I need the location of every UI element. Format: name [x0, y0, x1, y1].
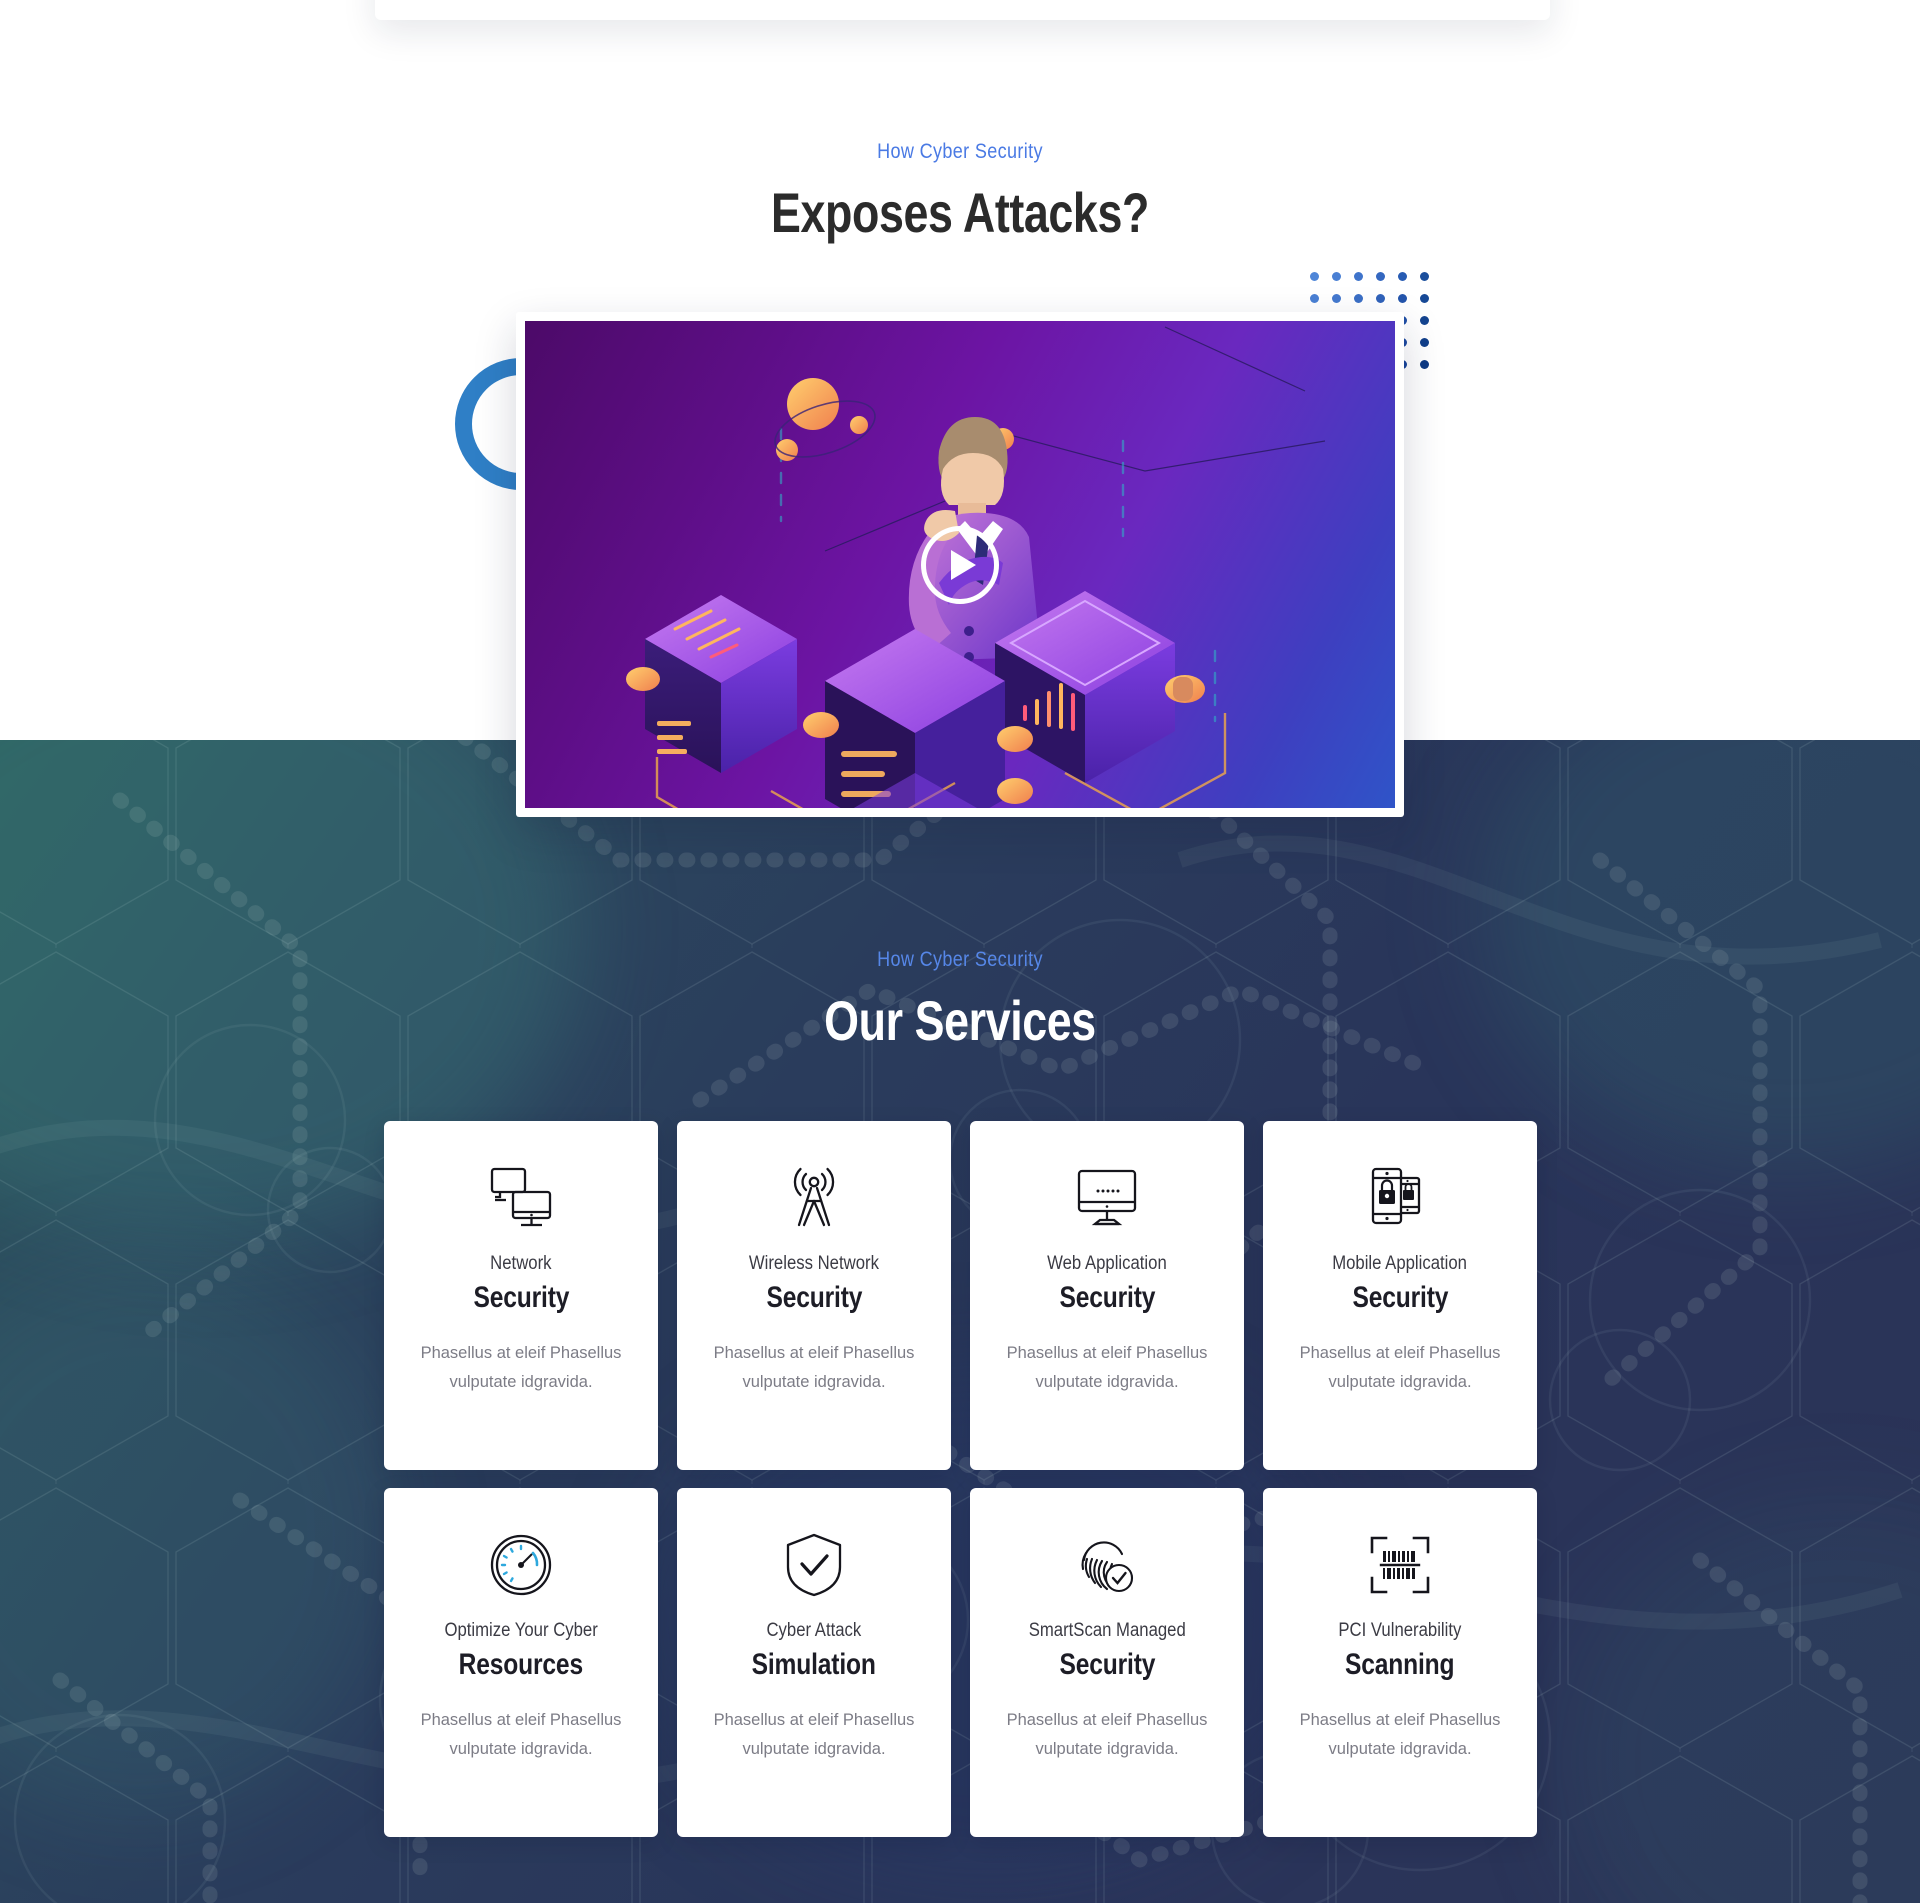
service-title: Resources — [458, 1647, 584, 1681]
service-title: Security — [1059, 1280, 1155, 1314]
play-triangle-icon — [951, 549, 976, 580]
video-card[interactable] — [516, 312, 1404, 817]
service-subtitle: Network — [490, 1253, 552, 1274]
service-card[interactable]: SmartScan Managed Security Phasellus at … — [970, 1488, 1244, 1837]
fingerprint-check-icon — [1074, 1528, 1140, 1602]
service-title: Security — [1352, 1280, 1448, 1314]
gauge-speedometer-icon — [489, 1528, 553, 1602]
service-card[interactable]: PCI Vulnerability Scanning Phasellus at … — [1263, 1488, 1537, 1837]
service-card[interactable]: Web Application Security Phasellus at el… — [970, 1121, 1244, 1470]
service-title: Simulation — [751, 1647, 877, 1681]
network-monitors-icon — [487, 1161, 555, 1235]
services-section-headline: Our Services — [824, 989, 1096, 1052]
service-title: Security — [1059, 1647, 1155, 1681]
service-subtitle: Cyber Attack — [766, 1620, 862, 1641]
service-description: Phasellus at eleif Phasellus vulputate i… — [713, 1710, 915, 1758]
services-section-header: How Cyber Security Our Services — [0, 948, 1920, 1053]
page-root: How Cyber Security Exposes Attacks? How … — [0, 0, 1920, 1903]
wireless-tower-icon — [781, 1161, 847, 1235]
video-section-eyebrow: How Cyber Security — [877, 140, 1043, 163]
mobile-lock-icon — [1369, 1161, 1431, 1235]
service-description: Phasellus at eleif Phasellus vulputate i… — [420, 1710, 622, 1758]
services-grid: Network Security Phasellus at eleif Phas… — [384, 1121, 1537, 1837]
service-subtitle: Mobile Application — [1332, 1253, 1468, 1274]
service-title: Security — [473, 1280, 569, 1314]
barcode-scan-icon — [1368, 1528, 1432, 1602]
service-card[interactable]: Optimize Your Cyber Resources Phasellus … — [384, 1488, 658, 1837]
service-subtitle: Optimize Your Cyber — [444, 1620, 598, 1641]
service-card[interactable]: Cyber Attack Simulation Phasellus at ele… — [677, 1488, 951, 1837]
service-subtitle: Wireless Network — [748, 1253, 880, 1274]
service-subtitle: SmartScan Managed — [1028, 1620, 1186, 1641]
service-card[interactable]: Wireless Network Security Phasellus at e… — [677, 1121, 951, 1470]
service-description: Phasellus at eleif Phasellus vulputate i… — [1006, 1710, 1208, 1758]
video-section-headline: Exposes Attacks? — [771, 181, 1149, 244]
service-subtitle: Web Application — [1047, 1253, 1167, 1274]
play-button[interactable] — [921, 525, 999, 604]
service-description: Phasellus at eleif Phasellus vulputate i… — [713, 1343, 915, 1391]
service-title: Security — [766, 1280, 862, 1314]
service-card[interactable]: Mobile Application Security Phasellus at… — [1263, 1121, 1537, 1470]
service-card[interactable]: Network Security Phasellus at eleif Phas… — [384, 1121, 658, 1470]
desktop-monitor-icon — [1073, 1161, 1141, 1235]
service-description: Phasellus at eleif Phasellus vulputate i… — [1006, 1343, 1208, 1391]
video-section-header: How Cyber Security Exposes Attacks? — [0, 140, 1920, 245]
service-title: Scanning — [1345, 1647, 1455, 1681]
video-thumbnail — [525, 321, 1395, 808]
service-description: Phasellus at eleif Phasellus vulputate i… — [1299, 1710, 1501, 1758]
service-description: Phasellus at eleif Phasellus vulputate i… — [420, 1343, 622, 1391]
service-subtitle: PCI Vulnerability — [1338, 1620, 1462, 1641]
shield-check-icon — [784, 1528, 844, 1602]
services-section-eyebrow: How Cyber Security — [877, 948, 1043, 971]
previous-section-card-bottom — [375, 0, 1550, 20]
service-description: Phasellus at eleif Phasellus vulputate i… — [1299, 1343, 1501, 1391]
